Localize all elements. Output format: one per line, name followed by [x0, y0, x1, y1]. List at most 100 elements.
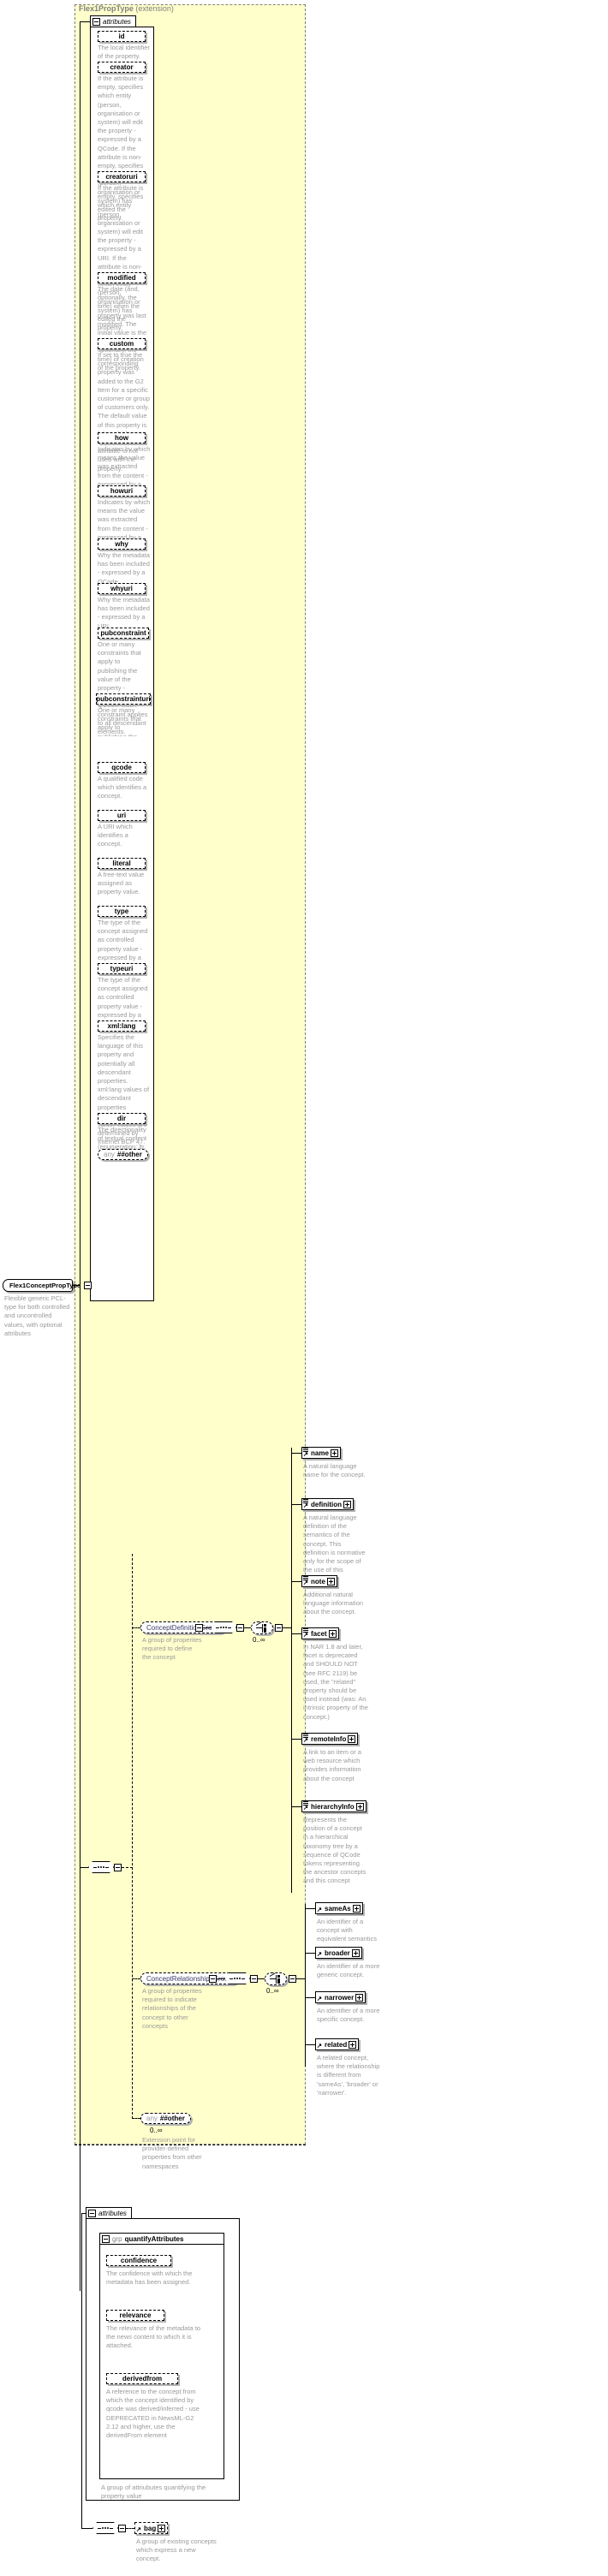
element-node-related[interactable]: ↗ related	[315, 2038, 360, 2050]
element-type-icon-bag: ↗	[135, 2526, 142, 2534]
sequence-branch-spine	[132, 1554, 133, 2119]
attribute-node-creator[interactable]: creator	[98, 62, 146, 73]
collapse-icon-sequence-bottom[interactable]	[118, 2525, 126, 2532]
choice-compositor-cdg[interactable]	[251, 1621, 273, 1634]
attribute-label-uri: uri	[116, 812, 127, 819]
attribute-node-xml-lang[interactable]: xml:lang	[98, 1020, 146, 1032]
expand-icon-related[interactable]	[349, 2040, 357, 2049]
element-doc-name: A natural language name for the concept.	[303, 1462, 366, 1479]
attributes-tab-label-top: attributes	[103, 18, 131, 26]
collapse-icon-conceptrelationshipsgroup[interactable]	[209, 1975, 217, 1983]
collapse-icon-sequence-crg[interactable]	[250, 1975, 258, 1983]
connector-spine-attributes-top	[80, 21, 90, 22]
attribute-node-pubconstraint[interactable]: pubconstraint	[98, 628, 149, 639]
element-node-definition[interactable]: ↗ definition	[301, 1498, 354, 1510]
attribute-node-derivedfrom[interactable]: derivedfrom	[106, 2373, 178, 2384]
attribute-node-dir[interactable]: dir	[98, 1113, 146, 1124]
attribute-node-type[interactable]: type	[98, 906, 146, 917]
any-node-attributes[interactable]: any ##other	[98, 1149, 148, 1160]
attribute-node-relevance[interactable]: relevance	[106, 2310, 164, 2321]
element-node-bag[interactable]: ↗ bag	[134, 2522, 169, 2534]
element-node-name[interactable]: ↗ name	[301, 1447, 341, 1459]
attribute-node-custom[interactable]: custom	[98, 338, 146, 349]
collapse-icon-quantifyattributes[interactable]	[102, 2235, 110, 2243]
collapse-icon-choice-cdg[interactable]	[275, 1624, 283, 1632]
collapse-icon-type-node[interactable]	[84, 1282, 92, 1289]
attribute-node-uri[interactable]: uri	[98, 810, 146, 821]
attribute-label-whyuri: whyuri	[110, 585, 133, 592]
any-node-extension[interactable]: any ##other	[140, 2113, 191, 2124]
attribute-node-howuri[interactable]: howuri	[98, 485, 146, 497]
type-node-flex1conceptproptype[interactable]: Flex1ConceptPropType	[3, 1279, 92, 1292]
attribute-node-whyuri[interactable]: whyuri	[98, 583, 146, 594]
attribute-node-how[interactable]: how	[98, 432, 146, 443]
expand-icon-remoteinfo[interactable]	[348, 1734, 356, 1743]
any-keyword-extension: any	[146, 2115, 158, 2122]
collapse-icon-conceptdefinitiongroup[interactable]	[195, 1624, 203, 1632]
attribute-node-typeuri[interactable]: typeuri	[98, 963, 146, 974]
attributes-tab-top[interactable]: attributes	[90, 15, 136, 27]
element-node-sameas[interactable]: ↗ sameAs	[315, 1902, 363, 1914]
sequence-dots-icon-crg	[229, 1978, 245, 1979]
sequence-compositor-cdg[interactable]	[211, 1621, 236, 1633]
attribute-label-relevance: relevance	[119, 2311, 152, 2319]
element-node-broader[interactable]: ↗ broader	[315, 1947, 362, 1959]
any-keyword-attributes: any	[104, 1151, 115, 1158]
expand-icon-facet[interactable]	[328, 1629, 337, 1638]
attribute-doc-uri: A URI which identifies a concept.	[98, 823, 133, 848]
attribute-node-why[interactable]: why	[98, 538, 146, 550]
expand-icon-definition[interactable]	[343, 1500, 351, 1508]
cdg-children-spine	[291, 1448, 292, 1893]
attribute-node-confidence[interactable]: confidence	[106, 2255, 171, 2266]
expand-icon-broader[interactable]	[351, 1948, 360, 1957]
sequence-dots-icon	[93, 1866, 109, 1868]
attribute-node-literal[interactable]: literal	[98, 858, 146, 869]
choice-compositor-crg[interactable]	[265, 1972, 287, 1985]
attribute-node-qcode[interactable]: qcode	[98, 762, 146, 773]
element-node-narrower[interactable]: ↗ narrower	[315, 1991, 367, 2003]
expand-icon-sameas[interactable]	[352, 1904, 361, 1913]
sequence-dots-icon-cdg	[216, 1627, 231, 1628]
group-tab-quantifyattributes[interactable]: grp quantifyAttributes	[99, 2233, 224, 2245]
collapse-icon-sequence-main[interactable]	[114, 1864, 122, 1871]
collapse-icon-choice-crg[interactable]	[289, 1975, 296, 1983]
expand-icon-name[interactable]	[330, 1449, 338, 1457]
element-node-hierarchyinfo[interactable]: ↗ hierarchyInfo	[301, 1800, 367, 1812]
expand-icon-hierarchyinfo[interactable]	[355, 1802, 364, 1811]
sequence-compositor-bottom[interactable]	[92, 2522, 118, 2534]
attribute-node-id[interactable]: id	[98, 31, 146, 42]
expand-icon-note[interactable]	[326, 1577, 335, 1585]
element-label-remoteinfo: remoteInfo	[311, 1734, 347, 1743]
element-doc-hierarchyinfo: Represents the position of a concept in …	[303, 1816, 367, 1885]
attribute-label-custom: custom	[109, 340, 134, 348]
attribute-label-pubconstrainturi: pubconstrainturi	[96, 695, 151, 703]
attribute-node-creatoruri[interactable]: creatoruri	[98, 171, 146, 182]
sequence-compositor-crg[interactable]	[224, 1972, 250, 1984]
attribute-doc-id: The local identifier of the property.	[98, 44, 150, 61]
element-node-facet[interactable]: ↗ facet	[301, 1627, 339, 1639]
extension-panel-label: Flex1PropType	[79, 4, 134, 13]
attribute-node-modified[interactable]: modified	[98, 272, 146, 283]
expand-icon-bag[interactable]	[158, 2524, 166, 2532]
attribute-doc-derivedfrom: A reference to the concept from which th…	[106, 2388, 200, 2440]
attribute-doc-literal: A free-text value assigned as property v…	[98, 871, 145, 896]
sequence-compositor-main[interactable]	[88, 1861, 114, 1873]
attribute-label-creatoruri: creatoruri	[105, 173, 138, 181]
connector-cdg-note	[291, 1581, 301, 1582]
attribute-label-derivedfrom: derivedfrom	[122, 2375, 163, 2383]
attribute-label-why: why	[115, 540, 128, 548]
attributes-tab-bottom[interactable]: attributes	[86, 2207, 132, 2219]
connector-crg-to-sequence	[217, 1978, 224, 1979]
collapse-icon-sequence-cdg[interactable]	[236, 1624, 244, 1632]
element-node-note[interactable]: ↗ note	[301, 1575, 337, 1587]
attribute-node-pubconstrainturi[interactable]: pubconstrainturi	[96, 693, 151, 705]
connector-choice-cdg-out	[283, 1627, 291, 1628]
element-doc-related: A related concept, where the relationshi…	[317, 2054, 380, 2097]
connector-sequence-to-bag	[126, 2528, 134, 2529]
collapse-icon-attributes-top[interactable]	[92, 18, 100, 26]
element-doc-note: Additional natural language information …	[303, 1591, 364, 1616]
connector-crg-broader	[305, 1953, 315, 1954]
collapse-icon-attributes-bottom[interactable]	[88, 2210, 96, 2217]
expand-icon-narrower[interactable]	[355, 1993, 364, 2002]
element-node-remoteinfo[interactable]: ↗ remoteInfo	[301, 1733, 359, 1745]
